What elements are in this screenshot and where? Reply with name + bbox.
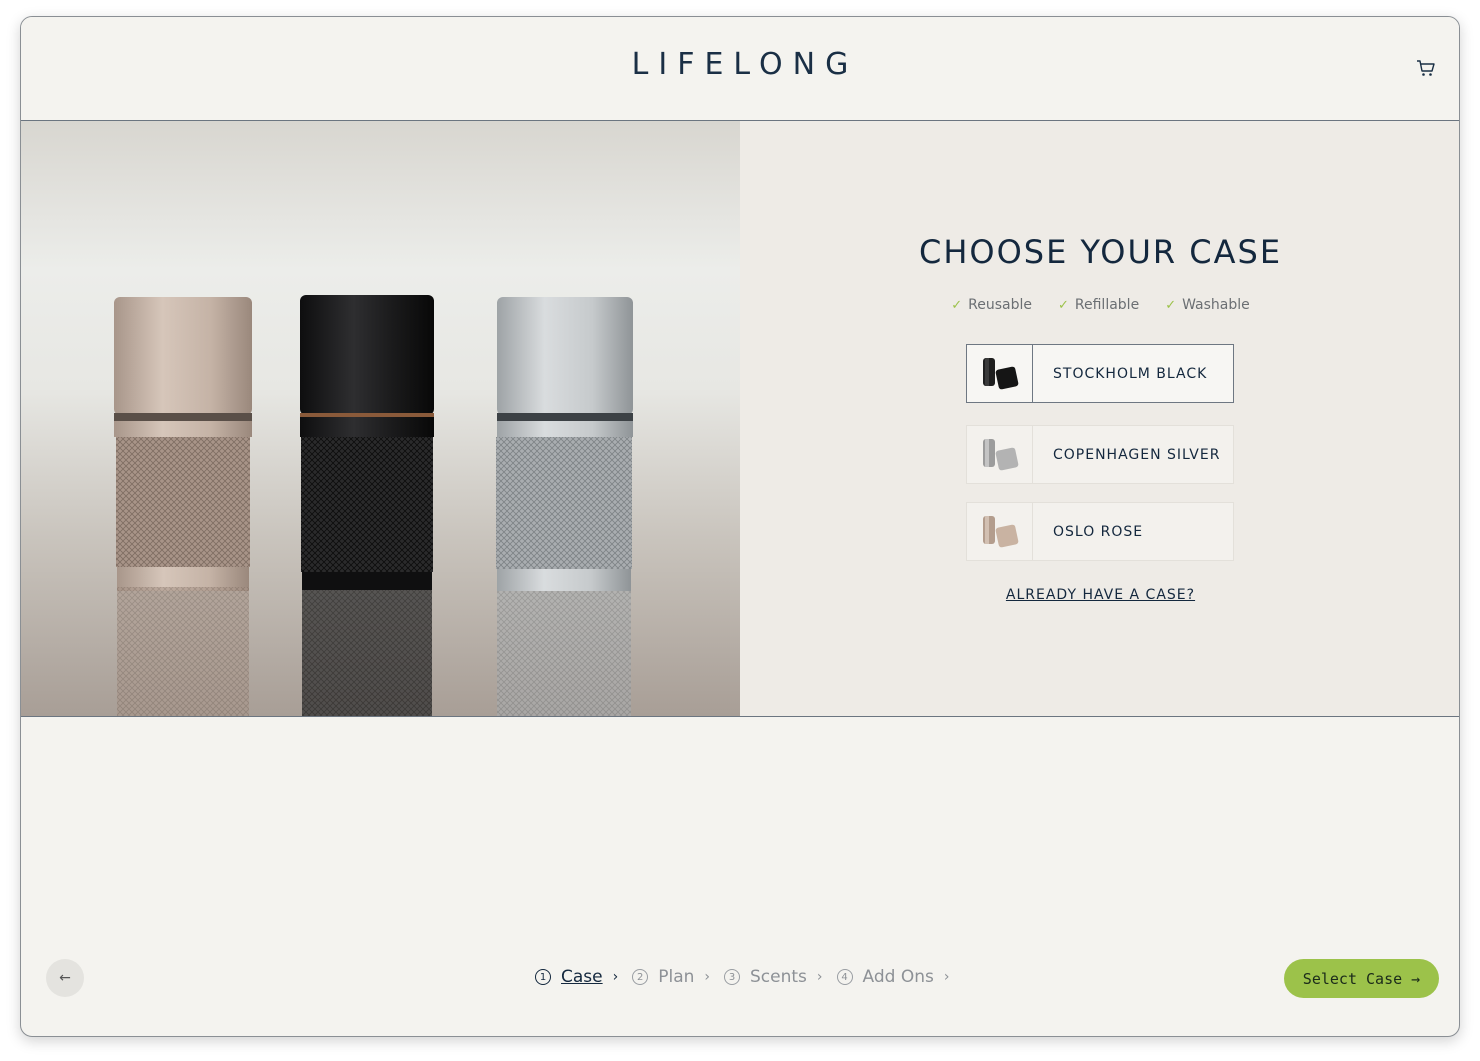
- case-option-label: OSLO ROSE: [1053, 523, 1144, 540]
- step-number: 2: [632, 969, 649, 985]
- back-button[interactable]: ←: [46, 959, 84, 997]
- select-case-button[interactable]: Select Case →: [1284, 959, 1439, 998]
- chevron-right-icon: ›: [816, 969, 823, 985]
- step-number: 1: [535, 969, 551, 985]
- case-thumbnail: [967, 426, 1033, 483]
- case-option-copenhagen-silver[interactable]: COPENHAGEN SILVER: [966, 425, 1234, 484]
- check-icon: ✓: [1058, 297, 1069, 313]
- chevron-right-icon: ›: [943, 969, 950, 985]
- chevron-right-icon: ›: [704, 969, 710, 985]
- cart-icon[interactable]: [1415, 57, 1437, 79]
- case-option-label: STOCKHOLM BLACK: [1053, 365, 1208, 382]
- check-icon: ✓: [951, 297, 963, 313]
- already-have-case-link[interactable]: ALREADY HAVE A CASE?: [740, 587, 1459, 603]
- step-plan[interactable]: 2 Plan ›: [632, 967, 710, 987]
- page-title: CHOOSE YOUR CASE: [918, 233, 1283, 271]
- feature-list: ✓ Reusable ✓ Refillable ✓ Washable: [740, 297, 1459, 313]
- step-label: Add Ons: [862, 967, 934, 987]
- feature-label: Washable: [1182, 297, 1250, 313]
- step-scents[interactable]: 3 Scents ›: [724, 967, 823, 987]
- feature-label: Refillable: [1074, 297, 1140, 313]
- step-case[interactable]: 1 Case ›: [535, 967, 618, 987]
- step-label: Scents: [750, 967, 807, 987]
- step-add-ons[interactable]: 4 Add Ons ›: [836, 967, 950, 987]
- case-selection-panel: CHOOSE YOUR CASE ✓ Reusable ✓ Refillable…: [740, 121, 1459, 716]
- chevron-right-icon: ›: [612, 969, 619, 985]
- brand-logo[interactable]: LIFELONG: [21, 47, 1459, 82]
- site-header: LIFELONG: [21, 17, 1459, 121]
- case-option-label: COPENHAGEN SILVER: [1053, 446, 1221, 463]
- case-thumbnail: [967, 503, 1033, 560]
- step-progress: 1 Case › 2 Plan › 3 Scents › 4 Add Ons ›: [535, 967, 963, 987]
- feature-item: ✓ Reusable: [951, 297, 1032, 313]
- case-option-oslo-rose[interactable]: OSLO ROSE: [966, 502, 1234, 561]
- case-thumbnail: [967, 345, 1033, 402]
- case-option-stockholm-black[interactable]: STOCKHOLM BLACK: [966, 344, 1234, 403]
- feature-item: ✓ Washable: [1165, 297, 1250, 313]
- step-label: Case: [561, 967, 603, 987]
- arrow-left-icon: ←: [59, 970, 71, 986]
- hero-section: CHOOSE YOUR CASE ✓ Reusable ✓ Refillable…: [21, 121, 1459, 717]
- check-icon: ✓: [1165, 297, 1177, 313]
- app-window: LIFELONG CHOOSE YOUR CASE ✓ Reusable ✓ R…: [20, 16, 1460, 1037]
- step-label: Plan: [658, 967, 695, 987]
- feature-item: ✓ Refillable: [1058, 297, 1139, 313]
- step-number: 3: [724, 969, 740, 985]
- step-number: 4: [836, 969, 853, 985]
- product-photo: [21, 121, 740, 716]
- feature-label: Reusable: [968, 297, 1032, 313]
